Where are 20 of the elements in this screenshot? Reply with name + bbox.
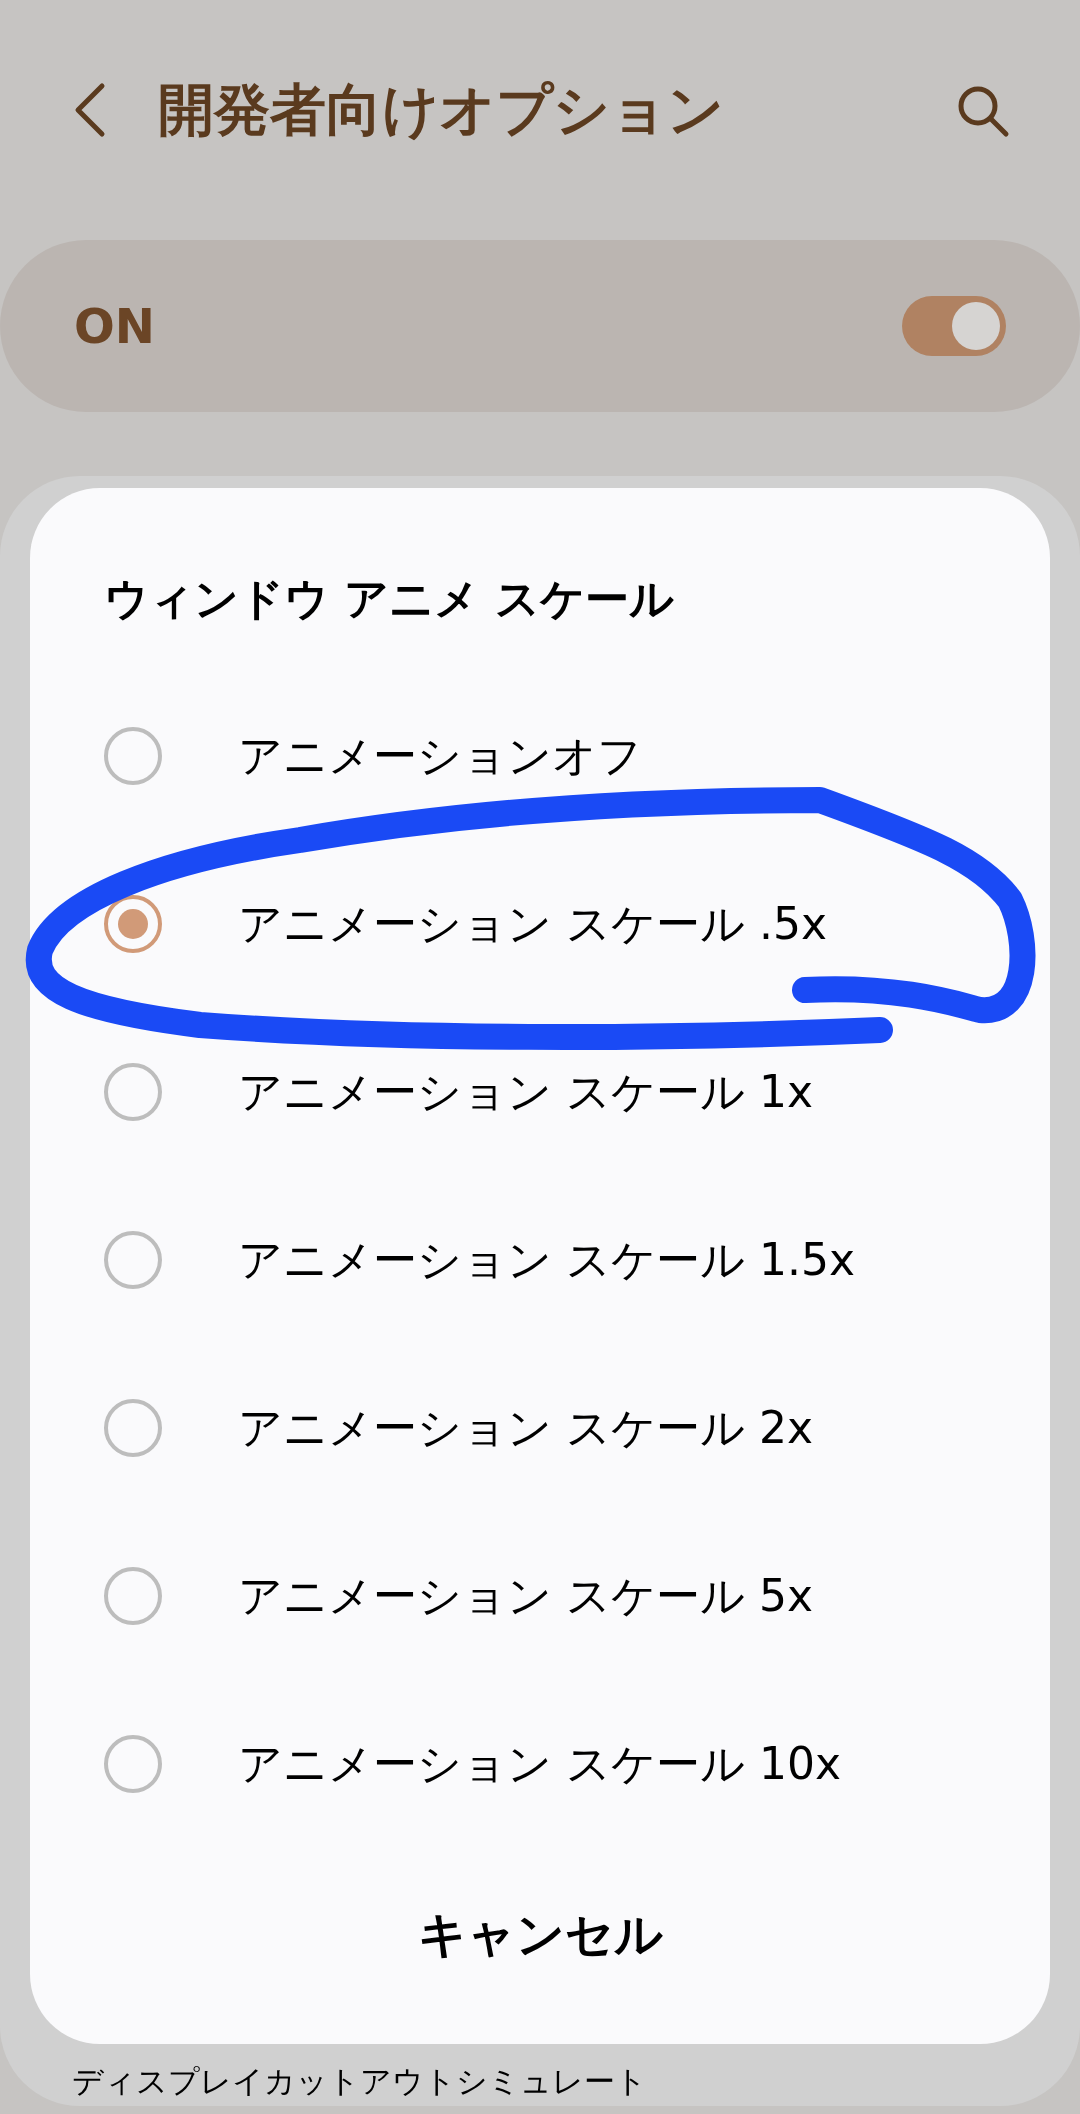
list-item-title[interactable]: ディスプレイカットアウトシミュレート (72, 2062, 1008, 2100)
radio-button[interactable] (104, 1567, 162, 1625)
radio-button[interactable] (104, 727, 162, 785)
option-label: アニメーション スケール 5x (238, 1569, 813, 1623)
option-label: アニメーション スケール 1.5x (238, 1233, 855, 1287)
option-label: アニメーション スケール .5x (238, 897, 827, 951)
option-label: アニメーションオフ (238, 729, 642, 783)
radio-button[interactable] (104, 1735, 162, 1793)
radio-button[interactable] (104, 1063, 162, 1121)
option-label: アニメーション スケール 10x (238, 1737, 841, 1791)
cancel-button[interactable]: キャンセル (397, 1888, 683, 1980)
radio-button[interactable] (104, 1399, 162, 1457)
switch-label: ON (74, 297, 155, 356)
radio-button[interactable] (104, 895, 162, 953)
toggle-switch[interactable] (902, 296, 1006, 356)
option-label: アニメーション スケール 2x (238, 1401, 813, 1455)
radio-button[interactable] (104, 1231, 162, 1289)
option-label: アニメーション スケール 1x (238, 1065, 813, 1119)
dialog-title: ウィンドウ アニメ スケール (104, 572, 675, 626)
page-title: 開発者向けオプション (158, 76, 725, 144)
